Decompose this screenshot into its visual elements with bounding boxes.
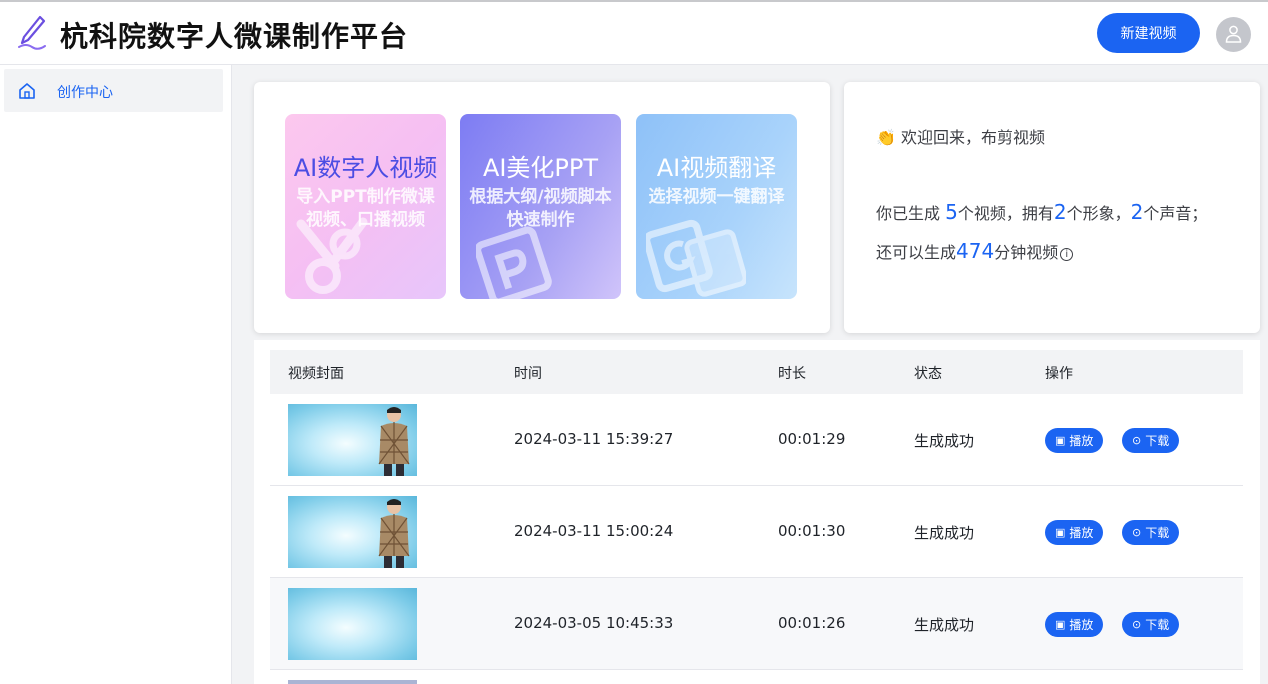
play-file-icon: ▣ — [1055, 618, 1066, 631]
row-time: 2024-03-11 15:00:24 — [514, 522, 674, 540]
download-circle-icon: ⊙ — [1132, 526, 1142, 539]
download-label: 下载 — [1145, 618, 1170, 632]
feature-panel: AI数字人视频 导入PPT制作微课视频、口播视频 AI美化PPT 根据大纲/视频… — [254, 82, 830, 333]
download-button[interactable]: ⊙ 下载 — [1122, 612, 1180, 637]
play-file-icon: ▣ — [1055, 526, 1066, 539]
download-button[interactable]: ⊙ 下载 — [1122, 520, 1180, 545]
sidebar-item-creation-center[interactable]: 创作中心 — [4, 69, 223, 112]
remaining-minutes: 474 — [956, 239, 995, 263]
table-row: 2024-03-05 10:45:33 00:01:26 生成成功 ▣ 播放 ⊙ 下… — [270, 578, 1243, 670]
usage-stats: 你已生成 5个视频，拥有2个形象，2个声音； — [876, 200, 1207, 224]
download-circle-icon: ⊙ — [1132, 434, 1142, 447]
video-thumbnail[interactable] — [288, 404, 417, 476]
download-button[interactable]: ⊙ 下载 — [1122, 428, 1180, 453]
remaining-prefix: 还可以生成 — [876, 243, 957, 262]
voices-unit: 个声音； — [1143, 204, 1208, 223]
videos-count: 5 — [945, 200, 958, 224]
pen-logo-icon — [18, 15, 46, 50]
next-row-thumbnail-partial — [288, 680, 417, 684]
row-duration: 00:01:30 — [778, 522, 846, 540]
info-icon[interactable]: i — [1060, 248, 1074, 261]
avatars-unit: 个形象， — [1066, 204, 1131, 223]
feature-desc: 导入PPT制作微课视频、口播视频 — [296, 187, 435, 230]
welcome-panel: 👏 欢迎回来，布剪视频 你已生成 5个视频，拥有2个形象，2个声音； 还可以生成… — [844, 82, 1260, 333]
feature-card-ai-ppt[interactable]: AI美化PPT 根据大纲/视频脚本快速制作 — [460, 114, 621, 299]
row-status: 生成成功 — [914, 524, 975, 542]
stats-prefix: 你已生成 — [876, 204, 946, 223]
new-video-button[interactable]: 新建视频 — [1097, 13, 1200, 53]
row-duration: 00:01:29 — [778, 430, 846, 448]
download-label: 下载 — [1145, 434, 1170, 448]
feature-desc: 选择视频一键翻译 — [648, 187, 785, 207]
col-cover: 视频封面 — [288, 366, 344, 382]
ppt-icon — [476, 226, 552, 299]
feature-title: AI美化PPT — [482, 154, 599, 182]
row-time: 2024-03-05 10:45:33 — [514, 614, 674, 632]
play-button[interactable]: ▣ 播放 — [1045, 520, 1104, 545]
play-button[interactable]: ▣ 播放 — [1045, 428, 1104, 453]
table-header: 视频封面 时间 时长 状态 操作 — [270, 350, 1243, 394]
row-time: 2024-03-11 15:39:27 — [514, 430, 674, 448]
remaining-stats: 还可以生成474分钟视频 i — [876, 239, 1074, 263]
row-duration: 00:01:26 — [778, 614, 846, 632]
user-icon — [1225, 25, 1242, 43]
col-duration: 时长 — [778, 366, 806, 382]
video-table: 视频封面 时间 时长 状态 操作 2024-03-11 15:39:27 00:… — [254, 340, 1260, 684]
translate-icon — [646, 219, 746, 297]
table-row: 2024-03-11 15:00:24 00:01:30 生成成功 ▣ 播放 ⊙ 下… — [270, 486, 1243, 578]
play-file-icon: ▣ — [1055, 434, 1066, 447]
welcome-greeting: 👏 欢迎回来，布剪视频 — [876, 128, 1046, 147]
home-icon — [19, 83, 35, 99]
feature-title: AI视频翻译 — [656, 154, 777, 182]
table-row: 2024-03-11 15:39:27 00:01:29 生成成功 ▣ 播放 ⊙ 下… — [270, 394, 1243, 486]
presenter-figure — [378, 499, 410, 568]
play-label: 播放 — [1069, 434, 1094, 448]
sidebar-item-label: 创作中心 — [57, 85, 113, 101]
play-label: 播放 — [1069, 618, 1094, 632]
app-title: 杭科院数字人微课制作平台 — [60, 20, 409, 53]
col-status: 状态 — [914, 366, 942, 382]
col-actions: 操作 — [1045, 366, 1073, 382]
feature-card-ai-avatar-video[interactable]: AI数字人视频 导入PPT制作微课视频、口播视频 — [285, 114, 446, 299]
download-circle-icon: ⊙ — [1132, 618, 1142, 631]
voices-count: 2 — [1130, 200, 1144, 224]
video-thumbnail[interactable] — [288, 496, 417, 568]
feature-title: AI数字人视频 — [293, 154, 438, 182]
download-label: 下载 — [1145, 526, 1170, 540]
presenter-figure — [378, 407, 410, 476]
feature-desc: 根据大纲/视频脚本快速制作 — [469, 187, 612, 230]
play-button[interactable]: ▣ 播放 — [1045, 612, 1104, 637]
sidebar: 创作中心 — [0, 65, 232, 684]
videos-unit: 个视频，拥有 — [957, 204, 1054, 223]
feature-card-ai-translate[interactable]: AI视频翻译 选择视频一键翻译 — [636, 114, 797, 299]
avatars-count: 2 — [1053, 200, 1067, 224]
top-header: 杭科院数字人微课制作平台 新建视频 — [0, 0, 1268, 65]
col-time: 时间 — [514, 366, 542, 382]
row-status: 生成成功 — [914, 616, 975, 634]
play-label: 播放 — [1069, 526, 1094, 540]
row-status: 生成成功 — [914, 432, 975, 450]
user-avatar[interactable] — [1216, 17, 1251, 52]
remaining-unit: 分钟视频 — [994, 243, 1059, 262]
video-thumbnail[interactable] — [288, 588, 417, 660]
